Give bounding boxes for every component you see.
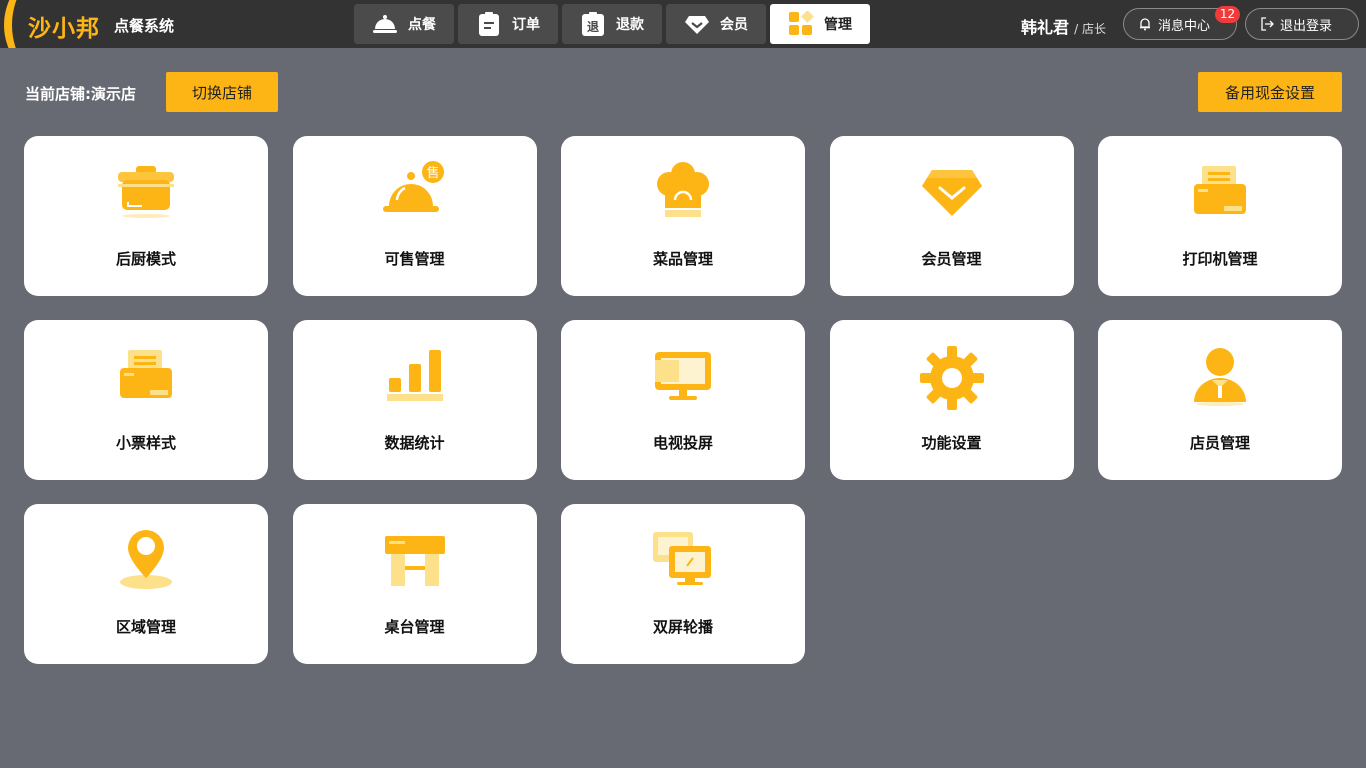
module-receipt-style[interactable]: 小票样式	[24, 320, 268, 480]
tab-member[interactable]: 会员	[666, 4, 766, 44]
receipt-icon	[120, 350, 172, 398]
cloche-icon	[373, 15, 397, 33]
logout-label: 退出登录	[1280, 18, 1333, 34]
top-bar: 沙小邦 点餐系统 点餐 订单 退 退款 会员 管理 韩礼君 / 店长 消息中心 …	[0, 0, 1366, 48]
sale-badge: 售	[426, 165, 439, 181]
gear-icon	[919, 346, 984, 410]
monitor-icon	[655, 352, 711, 400]
tab-orders[interactable]: 订单	[458, 4, 558, 44]
brand-name: 沙小邦	[28, 16, 100, 42]
module-label: 菜品管理	[652, 250, 713, 268]
user-role: / 店长	[1074, 22, 1106, 36]
printer-icon	[1194, 166, 1246, 214]
tab-label: 管理	[824, 17, 852, 33]
module-kitchen-mode[interactable]: 后厨模式	[24, 136, 268, 296]
cloche-sale-icon: 售	[382, 159, 446, 212]
message-count-badge: 12	[1215, 6, 1240, 23]
brand-subtitle: 点餐系统	[114, 17, 175, 35]
diamond-icon	[921, 170, 982, 216]
module-label: 桌台管理	[384, 618, 445, 636]
module-printers[interactable]: 打印机管理	[1098, 136, 1342, 296]
bar-chart-icon	[386, 350, 443, 401]
module-function-settings[interactable]: 功能设置	[829, 320, 1074, 480]
module-members[interactable]: 会员管理	[829, 136, 1074, 296]
module-label: 双屏轮播	[652, 618, 713, 636]
petty-cash-settings-button[interactable]: 备用现金设置	[1198, 72, 1342, 112]
module-tables[interactable]: 桌台管理	[292, 504, 537, 664]
switch-store-button[interactable]: 切换店铺	[166, 72, 278, 112]
tab-manage[interactable]: 管理	[770, 4, 870, 44]
module-label: 数据统计	[384, 434, 445, 452]
tab-label: 会员	[720, 17, 748, 33]
current-store-label: 当前店铺:演示店	[25, 85, 136, 103]
module-label: 区域管理	[115, 618, 176, 636]
brand-decoration	[0, 0, 30, 48]
tab-refund[interactable]: 退 退款	[562, 4, 662, 44]
main-nav: 点餐 订单 退 退款 会员 管理	[354, 4, 870, 44]
location-pin-icon	[120, 530, 172, 589]
tab-order[interactable]: 点餐	[354, 4, 454, 44]
user-info: 韩礼君 / 店长	[1021, 14, 1106, 38]
module-grid: 后厨模式 售 可售管理 菜品管理 会员管理 打印机管理 小票样式 数据统计 电视…	[24, 136, 1342, 664]
grid-icon	[789, 11, 814, 35]
table-icon	[384, 536, 445, 586]
module-statistics[interactable]: 数据统计	[292, 320, 537, 480]
module-label: 功能设置	[921, 434, 982, 452]
module-dishes[interactable]: 菜品管理	[561, 136, 805, 296]
staff-icon	[1194, 348, 1246, 406]
module-sellable[interactable]: 售 可售管理	[292, 136, 537, 296]
module-label: 店员管理	[1189, 434, 1250, 452]
clipboard-icon	[479, 12, 499, 36]
module-label: 小票样式	[115, 434, 176, 452]
module-staff[interactable]: 店员管理	[1098, 320, 1342, 480]
module-tv-cast[interactable]: 电视投屏	[561, 320, 805, 480]
logout-icon	[1261, 17, 1274, 31]
tab-label: 点餐	[408, 17, 436, 33]
message-center-label: 消息中心	[1158, 18, 1211, 34]
module-label: 可售管理	[384, 250, 445, 268]
logout-button[interactable]: 退出登录	[1245, 8, 1359, 40]
refund-glyph: 退	[587, 20, 599, 34]
refund-icon: 退	[582, 12, 604, 36]
module-label: 后厨模式	[115, 250, 176, 268]
pot-icon	[118, 166, 174, 218]
tab-label: 订单	[512, 17, 540, 33]
dual-screen-icon	[653, 532, 711, 585]
module-label: 会员管理	[921, 250, 982, 268]
module-dual-screen[interactable]: 双屏轮播	[561, 504, 805, 664]
chef-hat-icon	[657, 162, 709, 217]
tab-label: 退款	[616, 17, 644, 33]
module-label: 电视投屏	[652, 434, 713, 452]
diamond-icon	[685, 16, 709, 34]
module-label: 打印机管理	[1182, 250, 1258, 268]
bell-icon	[1140, 18, 1150, 31]
user-name: 韩礼君	[1021, 18, 1070, 37]
module-areas[interactable]: 区域管理	[24, 504, 268, 664]
